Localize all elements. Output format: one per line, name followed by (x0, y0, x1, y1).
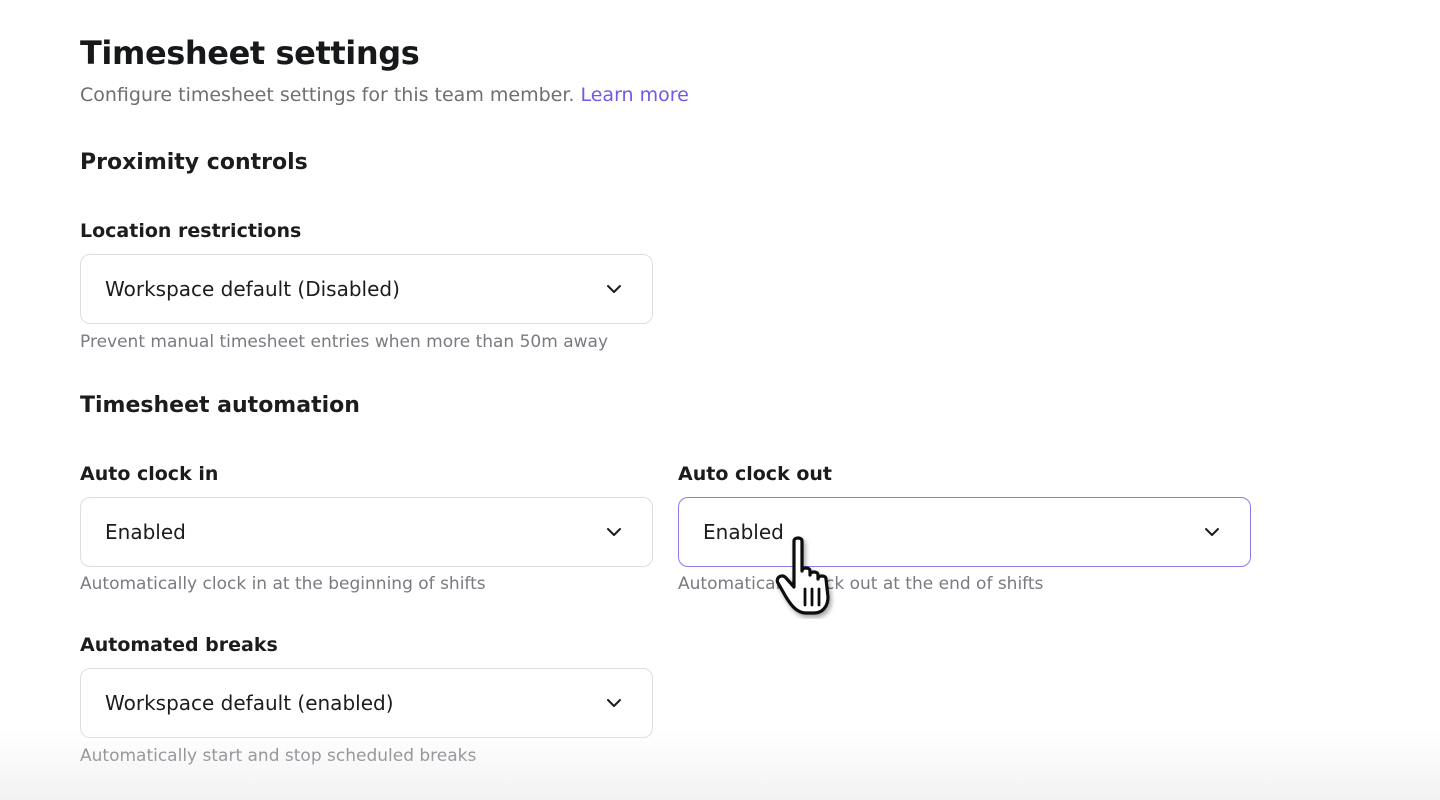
location-restrictions-select[interactable]: Workspace default (Disabled) (80, 254, 653, 324)
hand-pointer-icon (772, 535, 852, 619)
auto-clock-out-label: Auto clock out (678, 463, 832, 485)
location-restrictions-helper: Prevent manual timesheet entries when mo… (80, 332, 609, 352)
auto-clock-in-value: Enabled (105, 520, 186, 544)
location-restrictions-label: Location restrictions (80, 220, 302, 242)
location-restrictions-value: Workspace default (Disabled) (105, 277, 400, 301)
section-heading-proximity: Proximity controls (80, 150, 308, 175)
section-heading-automation: Timesheet automation (80, 393, 360, 418)
automated-breaks-value: Workspace default (enabled) (105, 691, 394, 715)
chevron-down-icon (1202, 522, 1222, 542)
page-subtitle: Configure timesheet settings for this te… (80, 84, 689, 106)
timesheet-settings-page: Timesheet settings Configure timesheet s… (0, 0, 1440, 800)
automated-breaks-select[interactable]: Workspace default (enabled) (80, 668, 653, 738)
learn-more-link[interactable]: Learn more (580, 84, 688, 106)
chevron-down-icon (604, 522, 624, 542)
chevron-down-icon (604, 279, 624, 299)
auto-clock-out-helper: Automatically clock out at the end of sh… (678, 574, 1044, 594)
automated-breaks-helper: Automatically start and stop scheduled b… (80, 746, 477, 766)
auto-clock-out-select[interactable]: Enabled (678, 497, 1251, 567)
auto-clock-in-helper: Automatically clock in at the beginning … (80, 574, 486, 594)
automated-breaks-label: Automated breaks (80, 634, 278, 656)
auto-clock-in-label: Auto clock in (80, 463, 219, 485)
page-subtitle-text: Configure timesheet settings for this te… (80, 84, 575, 106)
page-title: Timesheet settings (80, 34, 420, 72)
chevron-down-icon (604, 693, 624, 713)
auto-clock-in-select[interactable]: Enabled (80, 497, 653, 567)
